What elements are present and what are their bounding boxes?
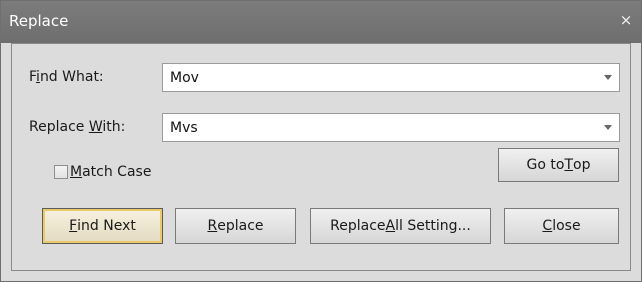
replace-with-label-pre: Replace xyxy=(29,119,89,135)
match-case-checkbox[interactable] xyxy=(54,165,68,179)
replace-all-setting-button[interactable]: Replace All Setting... xyxy=(310,208,491,244)
match-case-mnemonic: M xyxy=(70,164,83,180)
find-what-label-post: nd What: xyxy=(39,69,104,85)
find-what-label: Find What: xyxy=(29,69,104,85)
find-next-post: ind Next xyxy=(77,218,136,234)
close-button[interactable]: Close xyxy=(504,208,619,244)
title-bar[interactable]: Replace × xyxy=(1,1,641,43)
replace-with-combo[interactable] xyxy=(162,113,620,142)
match-case-option[interactable]: Match Case xyxy=(54,164,151,180)
replace-with-label-post: ith: xyxy=(102,119,126,135)
go-to-top-mnemonic: T xyxy=(564,157,574,173)
replace-all-post: ll Setting... xyxy=(395,218,471,234)
replace-all-mnemonic: A xyxy=(385,218,396,234)
find-what-label-pre: F xyxy=(29,69,37,85)
replace-dialog: Replace × Find What: Replace With: Match… xyxy=(0,0,642,282)
dialog-body: Find What: Replace With: Match Case Go t… xyxy=(11,43,631,271)
replace-post: eplace xyxy=(217,218,264,234)
replace-with-input[interactable] xyxy=(163,114,595,141)
replace-all-pre: Replace xyxy=(330,218,386,234)
replace-mnemonic: R xyxy=(207,218,218,234)
chevron-down-icon[interactable] xyxy=(597,64,619,91)
find-what-combo[interactable] xyxy=(162,63,620,92)
find-what-input[interactable] xyxy=(163,64,595,91)
close-icon[interactable]: × xyxy=(617,11,635,29)
chevron-down-icon[interactable] xyxy=(597,114,619,141)
go-to-top-pre: Go to xyxy=(526,157,565,173)
go-to-top-button[interactable]: Go to Top xyxy=(498,148,619,182)
replace-with-label: Replace With: xyxy=(29,119,125,135)
replace-button[interactable]: Replace xyxy=(175,208,296,244)
close-post: lose xyxy=(552,218,581,234)
replace-with-label-mnemonic: W xyxy=(88,119,103,135)
close-mnemonic: C xyxy=(542,218,553,234)
find-next-mnemonic: F xyxy=(69,218,78,234)
dialog-title: Replace xyxy=(9,12,69,30)
match-case-label: Match Case xyxy=(70,164,151,180)
go-to-top-post: op xyxy=(573,157,591,173)
match-case-label-post: atch Case xyxy=(82,164,152,180)
find-next-button[interactable]: Find Next xyxy=(42,208,163,244)
